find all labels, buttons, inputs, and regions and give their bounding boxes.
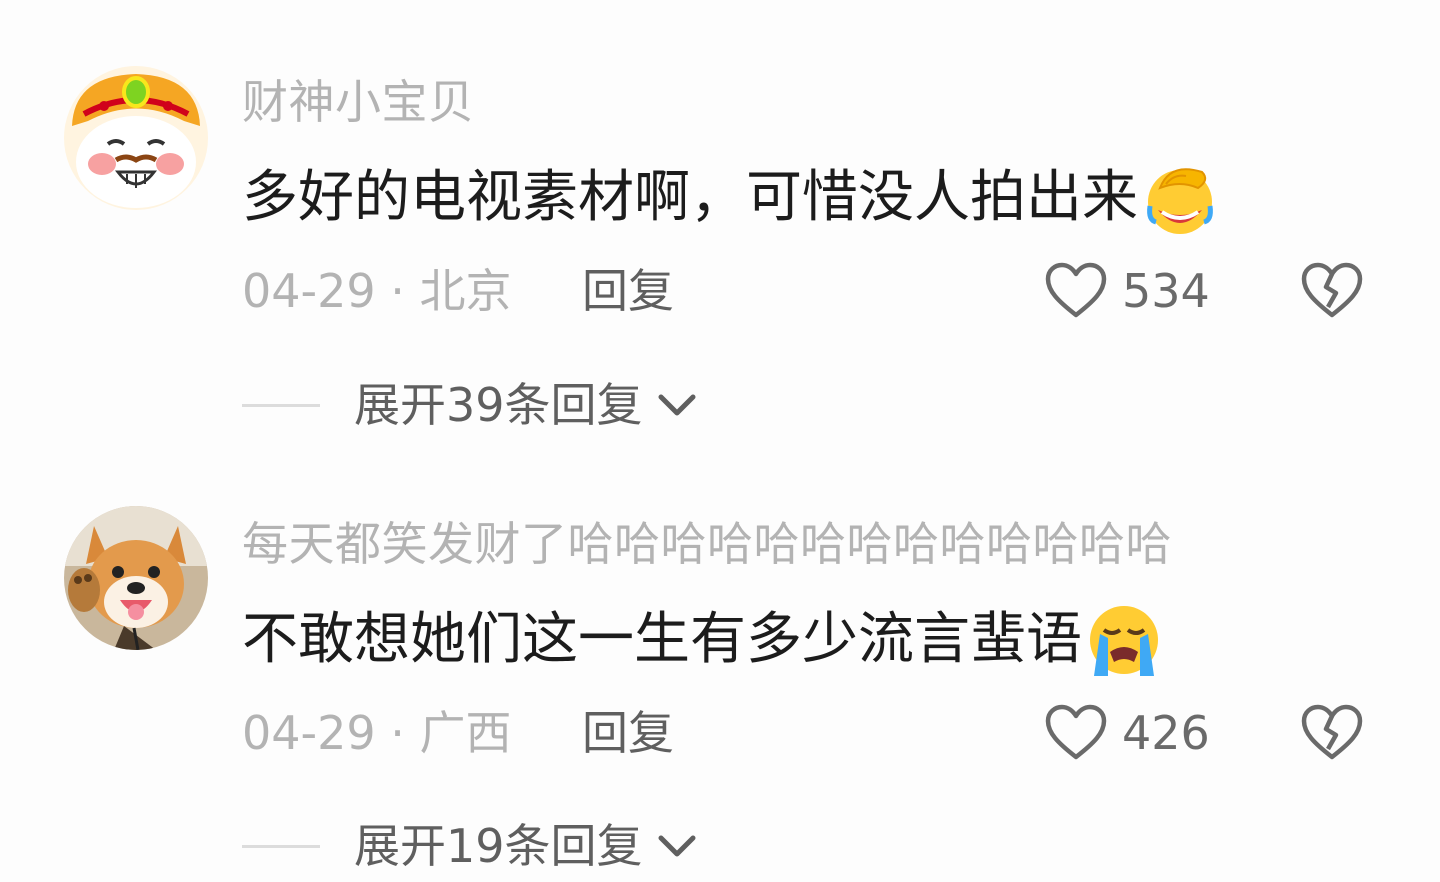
comment-date-location: 04-29 · 广西 bbox=[242, 706, 512, 760]
comment-text-body: 多好的电视素材啊，可惜没人拍出来 bbox=[242, 165, 1138, 230]
comment-date-location: 04-29 · 北京 bbox=[242, 264, 512, 318]
heart-icon bbox=[1044, 703, 1108, 763]
comment-text: 多好的电视素材啊，可惜没人拍出来 bbox=[242, 158, 1220, 238]
avatar[interactable] bbox=[64, 506, 208, 650]
comment-username[interactable]: 每天都笑发财了哈哈哈哈哈哈哈哈哈哈哈哈哈 bbox=[242, 516, 1172, 572]
comment-text-body: 不敢想她们这一生有多少流言蜚语 bbox=[242, 607, 1082, 672]
chevron-down-icon bbox=[657, 833, 697, 859]
expand-replies-label: 展开39条回复 bbox=[354, 378, 643, 432]
broken-heart-icon[interactable] bbox=[1300, 703, 1364, 763]
divider-line bbox=[242, 403, 320, 407]
like-count: 534 bbox=[1122, 264, 1210, 318]
comment-list: 财神小宝贝 多好的电视素材啊，可惜没人拍出来 04-29 · 北京 回复 534… bbox=[0, 0, 1440, 882]
expand-replies-label: 展开19条回复 bbox=[354, 819, 643, 873]
loudly-crying-emoji-icon bbox=[1084, 600, 1164, 680]
expand-replies-row: 展开19条回复 bbox=[242, 818, 697, 874]
chevron-down-icon bbox=[657, 392, 697, 418]
comment-text: 不敢想她们这一生有多少流言蜚语 bbox=[242, 600, 1164, 680]
like-count: 426 bbox=[1122, 706, 1210, 760]
reply-button[interactable]: 回复 bbox=[582, 705, 674, 761]
face-palm-laughing-emoji-icon bbox=[1140, 158, 1220, 238]
avatar-shiba-dog-image bbox=[64, 506, 208, 650]
expand-replies-button[interactable]: 展开19条回复 bbox=[354, 818, 697, 874]
heart-icon bbox=[1044, 261, 1108, 321]
divider-line bbox=[242, 844, 320, 848]
reply-button[interactable]: 回复 bbox=[582, 263, 674, 319]
broken-heart-icon[interactable] bbox=[1300, 261, 1364, 321]
expand-replies-row: 展开39条回复 bbox=[242, 377, 697, 433]
comment-username[interactable]: 财神小宝贝 bbox=[242, 74, 475, 130]
expand-replies-button[interactable]: 展开39条回复 bbox=[354, 377, 697, 433]
like-button[interactable]: 426 bbox=[1044, 703, 1210, 763]
avatar[interactable] bbox=[64, 66, 208, 210]
avatar-god-of-wealth-image bbox=[64, 66, 208, 210]
like-button[interactable]: 534 bbox=[1044, 261, 1210, 321]
